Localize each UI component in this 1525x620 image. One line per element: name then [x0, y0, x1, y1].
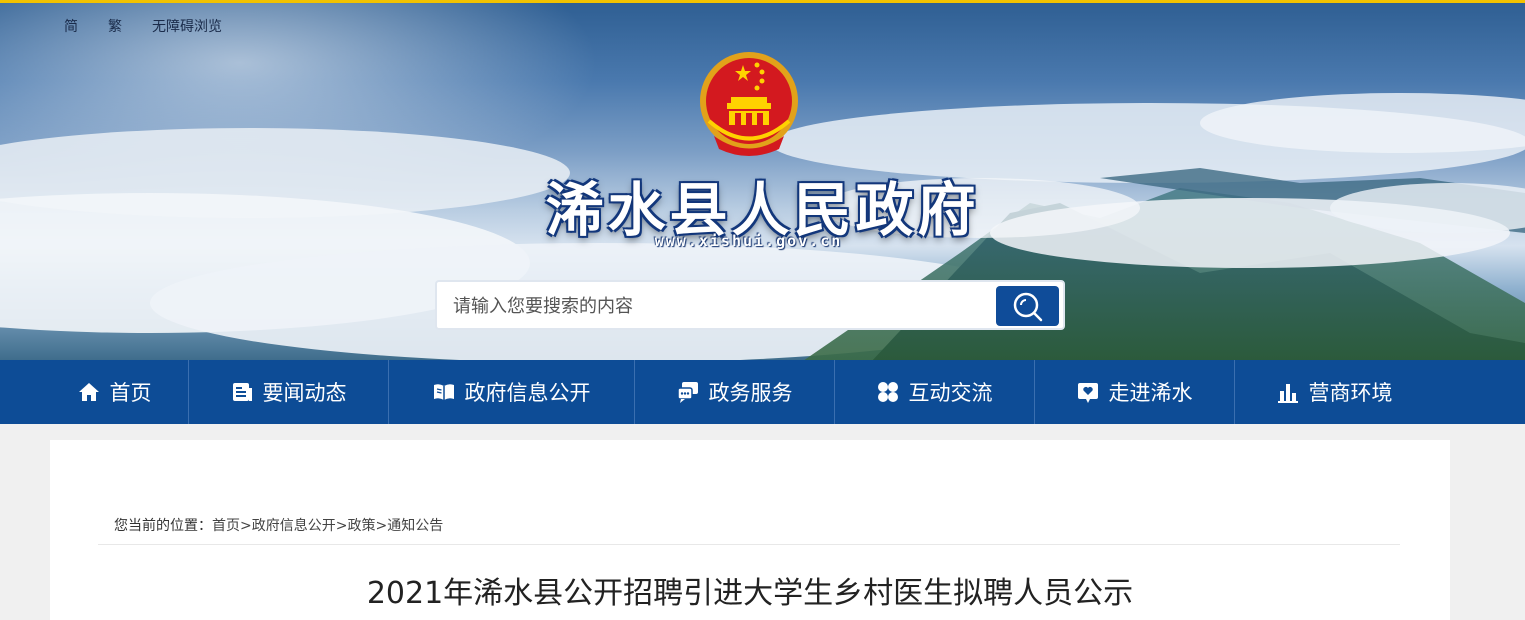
breadcrumb: 您当前的位置：首页>政府信息公开>政策>通知公告	[114, 515, 443, 535]
search-icon	[1013, 292, 1043, 322]
main-nav: 首页 要闻动态 政府信息公开 政务服务 互动交流 走进浠水 营商环境	[0, 360, 1525, 424]
search-box	[435, 280, 1065, 330]
search-button[interactable]	[996, 286, 1059, 326]
national-emblem-icon	[700, 52, 798, 156]
breadcrumb-divider	[98, 544, 1400, 545]
breadcrumb-prefix: 您当前的位置：	[114, 518, 212, 534]
nav-item-label: 营商环境	[1308, 381, 1393, 405]
grid-dots-icon	[877, 382, 898, 402]
nav-item-label: 政府信息公开	[464, 381, 591, 405]
bar-chart-icon	[1277, 384, 1298, 403]
top-links: 简 繁 无障碍浏览	[64, 16, 252, 36]
breadcrumb-notice-link[interactable]: 通知公告	[387, 518, 443, 534]
breadcrumb-separator: >	[240, 518, 252, 534]
nav-item-label: 互动交流	[908, 381, 993, 405]
traditional-chinese-link[interactable]: 繁	[108, 16, 122, 36]
service-chat-icon	[676, 382, 698, 403]
nav-item-news[interactable]: 要闻动态	[188, 360, 388, 424]
home-icon	[78, 383, 99, 401]
breadcrumb-policy-link[interactable]: 政策	[347, 518, 375, 534]
breadcrumb-gov-info-link[interactable]: 政府信息公开	[252, 518, 336, 534]
news-icon	[232, 383, 252, 401]
nav-item-interaction[interactable]: 互动交流	[834, 360, 1034, 424]
article-title: 2021年浠水县公开招聘引进大学生乡村医生拟聘人员公示	[366, 576, 1134, 611]
nav-item-label: 政务服务	[708, 381, 793, 405]
nav-item-about-xishui[interactable]: 走进浠水	[1034, 360, 1234, 424]
nav-item-gov-info[interactable]: 政府信息公开	[388, 360, 634, 424]
breadcrumb-separator: >	[335, 518, 348, 534]
site-url: www.xishui.gov.cn	[654, 232, 843, 250]
breadcrumb-home-link[interactable]: 首页	[212, 518, 240, 534]
search-input[interactable]	[451, 290, 995, 322]
header-banner: 简 繁 无障碍浏览 浠水县人民政府 www.xishui.gov.cn	[0, 0, 1525, 360]
breadcrumb-separator: >	[375, 518, 388, 534]
nav-item-label: 首页	[109, 381, 152, 405]
content-panel: 您当前的位置：首页>政府信息公开>政策>通知公告 2021年浠水县公开招聘引进大…	[50, 440, 1450, 620]
nav-item-home[interactable]: 首页	[40, 360, 188, 424]
simplified-chinese-link[interactable]: 简	[64, 16, 78, 36]
nav-item-label: 要闻动态	[262, 381, 347, 405]
accessibility-link[interactable]: 无障碍浏览	[152, 16, 222, 36]
heart-map-icon	[1077, 383, 1098, 403]
nav-item-services[interactable]: 政务服务	[634, 360, 834, 424]
open-book-icon	[433, 384, 454, 400]
nav-item-label: 走进浠水	[1108, 381, 1193, 405]
nav-item-business-environment[interactable]: 营商环境	[1234, 360, 1434, 424]
